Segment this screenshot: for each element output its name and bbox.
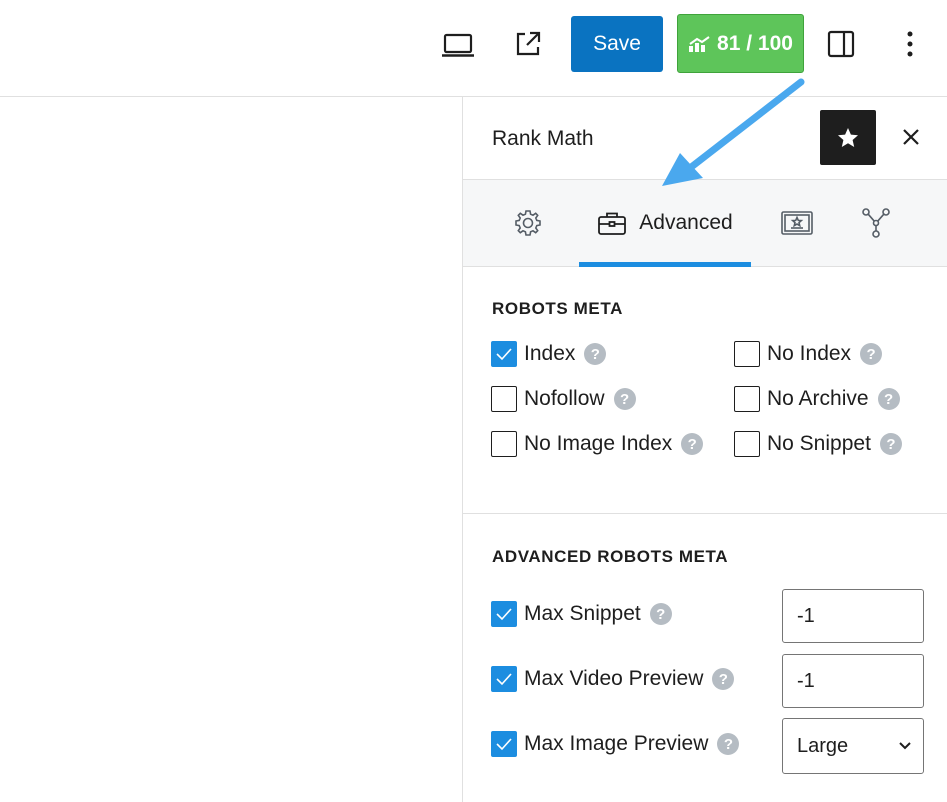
panel-header: Rank Math bbox=[463, 97, 947, 180]
close-icon bbox=[903, 129, 919, 145]
noimageindex-checkbox[interactable] bbox=[491, 431, 517, 457]
rank-math-panel: Rank Math Advanced ROBOTS META Index ? N… bbox=[462, 97, 947, 802]
help-icon[interactable]: ? bbox=[613, 388, 636, 410]
help-icon[interactable]: ? bbox=[717, 733, 740, 755]
max-image-preview-value: Large bbox=[797, 734, 849, 757]
sidebar-toggle-icon bbox=[827, 30, 855, 58]
star-icon bbox=[838, 127, 858, 147]
max-snippet-input[interactable] bbox=[782, 589, 924, 643]
checkmark-icon bbox=[496, 673, 512, 686]
tab-general[interactable] bbox=[503, 180, 553, 266]
score-chart-icon bbox=[689, 35, 710, 52]
score-text: 81 / 100 bbox=[717, 31, 793, 55]
robots-nofollow-option: Nofollow ? bbox=[491, 386, 636, 412]
max-image-preview-select[interactable]: Large bbox=[782, 718, 924, 774]
active-tab-indicator bbox=[579, 262, 751, 267]
checkmark-icon bbox=[496, 608, 512, 621]
help-icon[interactable]: ? bbox=[584, 343, 607, 365]
index-label: Index bbox=[524, 342, 576, 365]
rank-math-score-button[interactable]: 81 / 100 bbox=[677, 14, 804, 73]
robots-noimageindex-option: No Image Index ? bbox=[491, 431, 704, 457]
noindex-label: No Index bbox=[767, 342, 852, 365]
help-icon[interactable]: ? bbox=[712, 668, 735, 690]
section-divider bbox=[463, 513, 947, 514]
settings-sidebar-toggle[interactable] bbox=[821, 24, 861, 64]
max-video-preview-label: Max Video Preview bbox=[524, 667, 704, 690]
external-link-icon bbox=[516, 31, 541, 56]
save-label: Save bbox=[593, 32, 641, 55]
nofollow-checkbox[interactable] bbox=[491, 386, 517, 412]
chevron-down-icon bbox=[899, 742, 911, 750]
panel-title: Rank Math bbox=[492, 127, 594, 150]
max-image-preview-checkbox[interactable] bbox=[491, 731, 517, 757]
gear-icon bbox=[515, 210, 541, 236]
noimageindex-label: No Image Index bbox=[524, 432, 673, 455]
tab-social[interactable] bbox=[853, 180, 899, 266]
tab-advanced-label: Advanced bbox=[639, 211, 733, 234]
robots-noindex-option: No Index ? bbox=[734, 341, 883, 367]
nosnippet-checkbox[interactable] bbox=[734, 431, 760, 457]
help-icon[interactable]: ? bbox=[879, 433, 902, 455]
max-image-preview-label: Max Image Preview bbox=[524, 732, 709, 755]
share-icon bbox=[862, 208, 890, 238]
editor-header: Save 81 / 100 bbox=[0, 0, 947, 97]
help-icon[interactable]: ? bbox=[649, 603, 672, 625]
more-options-button[interactable] bbox=[890, 24, 930, 64]
max-video-preview-checkbox[interactable] bbox=[491, 666, 517, 692]
max-video-preview-option: Max Video Preview ? bbox=[491, 666, 735, 692]
robots-meta-title: ROBOTS META bbox=[492, 299, 623, 318]
index-checkbox[interactable] bbox=[491, 341, 517, 367]
view-post-button[interactable] bbox=[508, 24, 548, 64]
tab-schema[interactable] bbox=[769, 180, 825, 266]
noarchive-checkbox[interactable] bbox=[734, 386, 760, 412]
max-snippet-option: Max Snippet ? bbox=[491, 601, 672, 627]
max-image-preview-option: Max Image Preview ? bbox=[491, 731, 740, 757]
pin-button[interactable] bbox=[820, 110, 876, 165]
briefcase-icon bbox=[598, 212, 627, 235]
checkmark-icon bbox=[496, 738, 512, 751]
max-video-preview-input[interactable] bbox=[782, 654, 924, 708]
schema-icon bbox=[781, 211, 813, 235]
preview-button[interactable] bbox=[438, 26, 478, 66]
noarchive-label: No Archive bbox=[767, 387, 869, 410]
robots-index-option: Index ? bbox=[491, 341, 607, 367]
max-snippet-checkbox[interactable] bbox=[491, 601, 517, 627]
checkmark-icon bbox=[496, 348, 512, 361]
more-vertical-icon bbox=[907, 31, 913, 57]
laptop-icon bbox=[442, 33, 474, 57]
nofollow-label: Nofollow bbox=[524, 387, 605, 410]
save-button[interactable]: Save bbox=[571, 16, 663, 72]
robots-noarchive-option: No Archive ? bbox=[734, 386, 900, 412]
help-icon[interactable]: ? bbox=[681, 433, 704, 455]
nosnippet-label: No Snippet bbox=[767, 432, 871, 455]
max-snippet-label: Max Snippet bbox=[524, 602, 641, 625]
tab-advanced[interactable]: Advanced bbox=[579, 180, 751, 267]
close-panel-button[interactable] bbox=[895, 121, 927, 153]
help-icon[interactable]: ? bbox=[877, 388, 900, 410]
noindex-checkbox[interactable] bbox=[734, 341, 760, 367]
panel-tabs: Advanced bbox=[463, 180, 947, 267]
robots-nosnippet-option: No Snippet ? bbox=[734, 431, 902, 457]
help-icon[interactable]: ? bbox=[860, 343, 883, 365]
advanced-robots-meta-title: ADVANCED ROBOTS META bbox=[492, 547, 729, 566]
